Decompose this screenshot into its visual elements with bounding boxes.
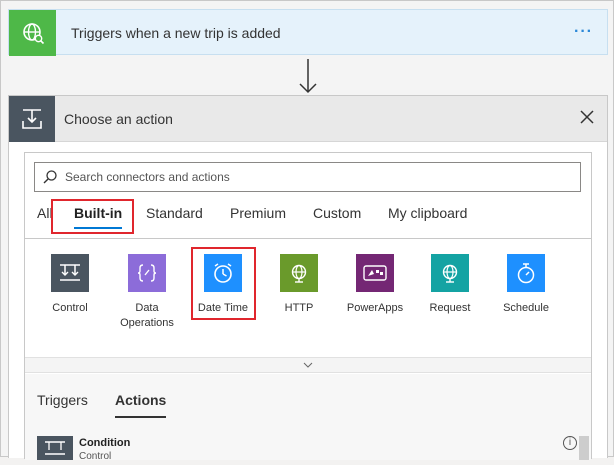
scrollbar-thumb[interactable] xyxy=(579,436,589,460)
tab-standard[interactable]: Standard xyxy=(146,205,203,221)
stopwatch-icon xyxy=(507,254,545,292)
search-input[interactable] xyxy=(65,168,570,186)
choose-action-panel: Choose an action All Built-in Standard P… xyxy=(8,95,608,462)
trigger-icon xyxy=(9,10,56,56)
trigger-card[interactable]: Triggers when a new trip is added ··· xyxy=(8,9,608,56)
connector-label: PowerApps xyxy=(346,302,404,314)
more-options-icon[interactable]: ··· xyxy=(574,23,593,41)
operation-condition[interactable]: Condition Control i xyxy=(37,436,577,462)
highlight-built-in xyxy=(51,199,134,234)
info-icon[interactable]: i xyxy=(563,436,577,450)
tab-actions[interactable]: Actions xyxy=(115,392,167,418)
expand-connectors-button[interactable] xyxy=(25,357,591,373)
condition-icon xyxy=(37,436,73,460)
close-icon[interactable] xyxy=(577,107,597,127)
connector-schedule[interactable]: Schedule xyxy=(491,254,561,316)
operations-section: Triggers Actions Condition Control i xyxy=(25,374,591,462)
flow-designer: Triggers when a new trip is added ··· Ch… xyxy=(0,0,614,462)
powerapps-icon xyxy=(356,254,394,292)
connector-label: HTTP xyxy=(284,302,314,314)
flow-arrow-icon xyxy=(299,59,317,94)
tab-premium[interactable]: Premium xyxy=(230,205,286,221)
panel-title: Choose an action xyxy=(64,111,173,127)
panel-header: Choose an action xyxy=(9,96,607,142)
connector-http[interactable]: HTTP xyxy=(264,254,334,316)
trigger-title: Triggers when a new trip is added xyxy=(71,25,281,41)
operation-name: Condition xyxy=(79,437,131,449)
tab-custom[interactable]: Custom xyxy=(313,205,361,221)
connector-label: Schedule xyxy=(503,302,549,314)
globe-icon xyxy=(431,254,469,292)
connector-label: Request xyxy=(429,302,471,314)
connector-data-operations[interactable]: Data Operations xyxy=(111,254,183,331)
control-icon xyxy=(51,254,89,292)
highlight-date-time xyxy=(191,247,256,320)
globe-icon xyxy=(280,254,318,292)
tab-triggers[interactable]: Triggers xyxy=(37,392,88,408)
data-operations-icon xyxy=(128,254,166,292)
connector-label: Control xyxy=(52,302,88,314)
connector-control[interactable]: Control xyxy=(35,254,105,316)
action-icon xyxy=(9,96,55,142)
action-picker: All Built-in Standard Premium Custom My … xyxy=(24,152,592,462)
search-icon xyxy=(43,170,57,184)
connector-label: Data Operations xyxy=(120,302,174,329)
search-box[interactable] xyxy=(34,162,581,192)
tab-my-clipboard[interactable]: My clipboard xyxy=(388,205,467,221)
connector-request[interactable]: Request xyxy=(415,254,485,316)
connector-powerapps[interactable]: PowerApps xyxy=(340,254,410,316)
chevron-down-icon xyxy=(303,362,313,368)
